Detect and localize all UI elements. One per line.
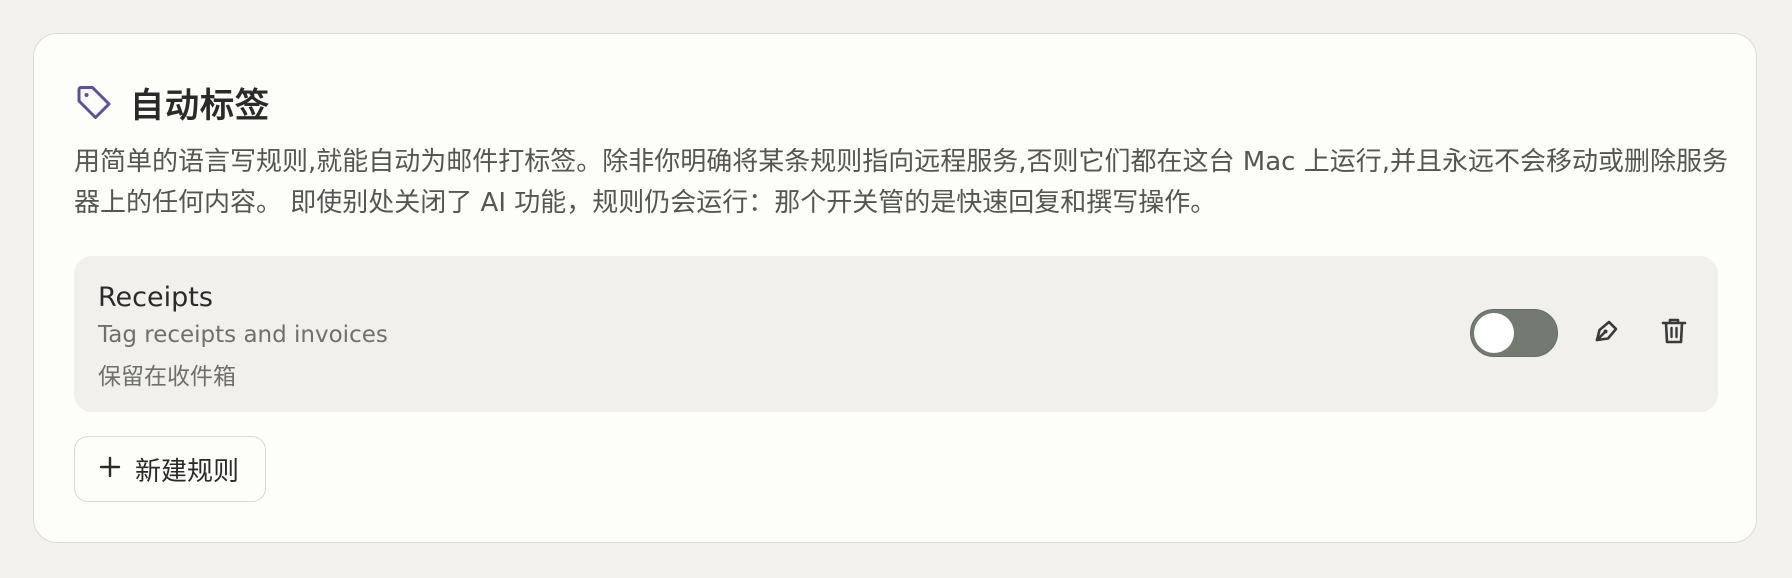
edit-rule-button[interactable]: [1584, 311, 1628, 355]
new-rule-label: 新建规则: [135, 456, 240, 487]
new-rule-button[interactable]: 新建规则: [74, 436, 267, 502]
rule-name: Receipts: [98, 282, 213, 313]
section-title: 自动标签: [130, 86, 270, 126]
auto-tag-card: 自动标签 用简单的语言写规则,就能自动为邮件打标签。除非你明确将某条规则指向远程…: [33, 33, 1757, 543]
rule-enabled-toggle[interactable]: [1470, 309, 1558, 357]
rule-row: Receipts Tag receipts and invoices 保留在收件…: [74, 256, 1718, 412]
section-header: 自动标签: [74, 78, 270, 127]
section-description: 用简单的语言写规则,就能自动为邮件打标签。除非你明确将某条规则指向远程服务,否则…: [74, 147, 1728, 218]
trash-icon: [1660, 316, 1688, 350]
rule-description: Tag receipts and invoices: [98, 322, 388, 348]
delete-rule-button[interactable]: [1652, 311, 1696, 355]
tag-icon: [74, 83, 114, 123]
rule-action: 保留在收件箱: [98, 364, 236, 390]
plus-icon: [99, 454, 121, 484]
pen-icon: [1591, 316, 1621, 350]
toggle-knob: [1474, 313, 1514, 353]
